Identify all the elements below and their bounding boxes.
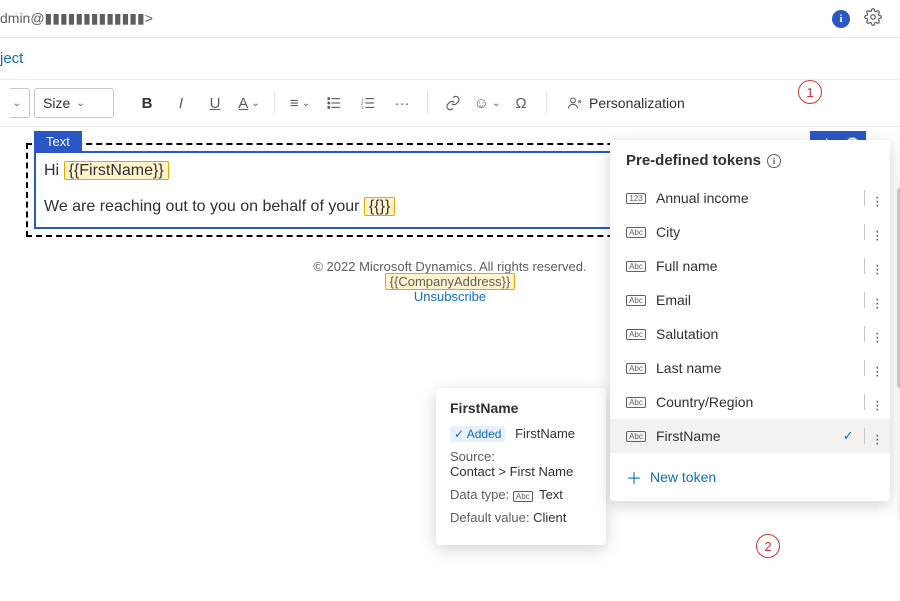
type-badge-icon: Abc: [626, 431, 646, 442]
check-icon: ✓: [843, 428, 854, 444]
token-row[interactable]: Abc FirstName ✓ ···: [610, 419, 890, 453]
underline-button[interactable]: U: [200, 88, 230, 118]
more-vertical-icon[interactable]: ···: [875, 261, 880, 272]
row-divider: [864, 360, 865, 376]
omega-button[interactable]: Ω: [506, 88, 536, 118]
token-label: Annual income: [656, 190, 854, 206]
tokens-list: 123 Annual income ··· Abc City ··· Abc Full nam…: [610, 181, 890, 453]
more-vertical-icon[interactable]: ···: [875, 329, 880, 340]
link-button[interactable]: [438, 88, 468, 118]
more-vertical-icon[interactable]: ···: [875, 363, 880, 374]
format-toolbar: ⌄ Size⌄ B I U A⌄ ≡⌄ 123 ··· ☺⌄ Ω Persona…: [0, 80, 900, 127]
token-label: Last name: [656, 360, 854, 376]
token-row[interactable]: Abc Full name ···: [610, 249, 890, 283]
more-vertical-icon[interactable]: ···: [875, 431, 880, 442]
callout-1: 1: [798, 80, 822, 104]
row-divider: [864, 190, 865, 206]
bullet-list-button[interactable]: [319, 88, 349, 118]
type-badge-icon: Abc: [626, 261, 646, 272]
empty-token[interactable]: {{}}: [364, 197, 395, 216]
row-divider: [864, 326, 865, 342]
more-button[interactable]: ···: [387, 88, 417, 118]
from-address: dmin@▮▮▮▮▮▮▮▮▮▮▮▮▮>: [0, 10, 153, 27]
italic-button[interactable]: I: [166, 88, 196, 118]
gear-icon[interactable]: [864, 8, 882, 29]
type-badge-icon: Abc: [626, 397, 646, 408]
info-icon[interactable]: i: [832, 10, 850, 28]
tokens-panel: Pre-defined tokensi 123Annual income···A…: [610, 140, 890, 501]
token-row[interactable]: Abc Salutation ···: [610, 317, 890, 351]
row-divider: [864, 394, 865, 410]
font-size-select[interactable]: Size⌄: [34, 88, 114, 118]
row-divider: [864, 258, 865, 274]
token-label: Salutation: [656, 326, 854, 342]
more-vertical-icon[interactable]: ···: [875, 397, 880, 408]
more-vertical-icon[interactable]: ···: [875, 295, 880, 306]
detail-title: FirstName: [450, 400, 592, 416]
token-row[interactable]: Abc Email ···: [610, 283, 890, 317]
token-row[interactable]: Abc City ···: [610, 215, 890, 249]
token-label: Country/Region: [656, 394, 854, 410]
token-label: FirstName: [656, 428, 833, 444]
row-divider: [864, 292, 865, 308]
type-badge-icon: 123: [626, 193, 646, 204]
type-badge-icon: Abc: [626, 227, 646, 238]
firstname-token[interactable]: {{FirstName}}: [64, 161, 169, 180]
emoji-button[interactable]: ☺⌄: [472, 88, 502, 118]
toolbar-divider: [546, 92, 547, 114]
token-label: City: [656, 224, 854, 240]
toolbar-divider: [274, 92, 275, 114]
subject-input[interactable]: ject: [0, 38, 900, 80]
token-label: Email: [656, 292, 854, 308]
row-divider: [864, 224, 865, 240]
more-vertical-icon[interactable]: ···: [875, 193, 880, 204]
align-button[interactable]: ≡⌄: [285, 88, 315, 118]
number-list-button[interactable]: 123: [353, 88, 383, 118]
added-badge: ✓ Added: [450, 426, 505, 442]
detail-source: Source: Contact > First Name: [450, 449, 592, 479]
toolbar-divider: [427, 92, 428, 114]
type-badge-icon: Abc: [626, 363, 646, 374]
token-row[interactable]: 123 Annual income ···: [610, 181, 890, 215]
plus-icon: ＋: [626, 465, 642, 489]
info-outline-icon[interactable]: i: [767, 154, 781, 168]
token-detail-card: FirstName ✓ Added FirstName Source: Cont…: [436, 388, 606, 545]
bold-button[interactable]: B: [132, 88, 162, 118]
detail-datatype: Data type: Abc Text: [450, 487, 592, 502]
font-family-select[interactable]: ⌄: [10, 88, 30, 118]
font-color-button[interactable]: A⌄: [234, 88, 264, 118]
detail-default: Default value: Client: [450, 510, 592, 525]
companyaddress-token[interactable]: {{CompanyAddress}}: [385, 273, 516, 290]
new-token-button[interactable]: ＋ New token: [610, 453, 890, 501]
callout-2: 2: [756, 534, 780, 558]
svg-text:3: 3: [361, 105, 364, 110]
email-header: dmin@▮▮▮▮▮▮▮▮▮▮▮▮▮> i: [0, 0, 900, 38]
block-type-tag: Text: [34, 131, 82, 152]
personalization-button[interactable]: Personalization: [557, 95, 695, 111]
detail-added-row: ✓ Added FirstName: [450, 426, 592, 441]
token-label: Full name: [656, 258, 854, 274]
tokens-panel-title: Pre-defined tokensi: [610, 140, 890, 181]
type-badge-icon: Abc: [626, 329, 646, 340]
token-row[interactable]: Abc Last name ···: [610, 351, 890, 385]
token-row[interactable]: Abc Country/Region ···: [610, 385, 890, 419]
more-vertical-icon[interactable]: ···: [875, 227, 880, 238]
type-badge-icon: Abc: [626, 295, 646, 306]
row-divider: [864, 428, 865, 444]
header-actions: i: [832, 8, 882, 29]
